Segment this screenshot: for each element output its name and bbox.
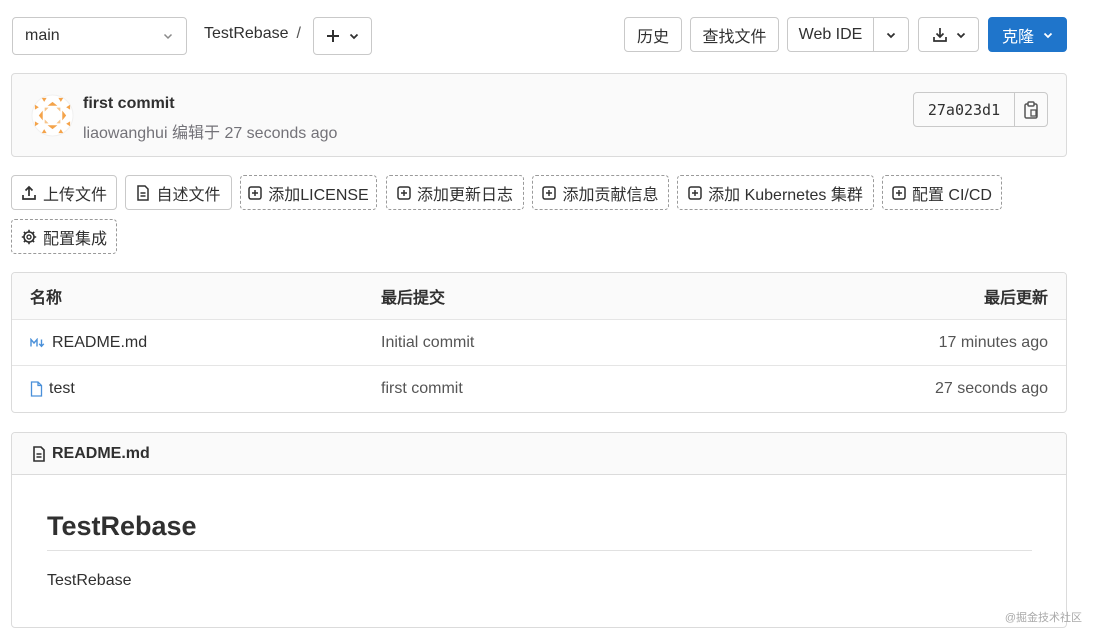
add-kubernetes-label: 添加 Kubernetes 集群 <box>708 186 863 204</box>
doc-icon <box>32 445 46 462</box>
chevron-down-icon <box>162 30 174 42</box>
readme-panel: README.md TestRebase TestRebase <box>11 432 1067 628</box>
breadcrumb-separator: / <box>296 25 301 42</box>
readme-heading: TestRebase <box>47 511 1032 551</box>
clone-label: 克隆 <box>1001 28 1034 46</box>
commit-time: 27 seconds ago <box>224 125 338 142</box>
column-header-last-commit: 最后提交 <box>381 290 446 307</box>
plus-square-icon <box>688 185 702 200</box>
file-icon <box>30 381 43 397</box>
readme-filename[interactable]: README.md <box>52 445 150 463</box>
configure-integrations-button[interactable]: 配置集成 <box>11 219 117 254</box>
chevron-down-icon <box>1043 30 1053 40</box>
chevron-down-icon <box>886 30 896 40</box>
doc-icon <box>136 184 150 201</box>
add-readme-label: 自述文件 <box>156 186 221 204</box>
web-ide-button[interactable]: Web IDE <box>787 17 874 52</box>
readme-body: TestRebase <box>47 572 132 589</box>
table-row[interactable]: README.md Initial commit 17 minutes ago <box>12 320 1066 366</box>
upload-file-label: 上传文件 <box>42 186 107 204</box>
plus-icon <box>326 29 340 43</box>
commit-title[interactable]: first commit <box>83 95 175 113</box>
table-row[interactable]: test first commit 27 seconds ago <box>12 366 1066 412</box>
add-contributing-button[interactable]: 添加贡献信息 <box>532 175 669 210</box>
file-last-update: 17 minutes ago <box>938 333 1048 351</box>
clipboard-icon <box>1024 100 1038 119</box>
add-changelog-label: 添加更新日志 <box>416 186 513 204</box>
upload-icon <box>21 185 37 201</box>
settings-icon <box>21 229 37 245</box>
add-readme-button[interactable]: 自述文件 <box>125 175 232 210</box>
file-last-commit[interactable]: first commit <box>381 366 463 412</box>
last-commit-panel: first commit liaowanghui 编辑于 27 seconds … <box>11 73 1067 157</box>
download-icon <box>932 27 948 43</box>
file-tree-table: 名称 最后提交 最后更新 README.md Initial commit 17… <box>11 272 1067 413</box>
commit-author[interactable]: liaowanghui <box>83 125 168 142</box>
add-changelog-button[interactable]: 添加更新日志 <box>386 175 524 210</box>
file-name-cell[interactable]: README.md <box>30 320 147 365</box>
file-name[interactable]: README.md <box>52 334 147 352</box>
setup-cicd-label: 配置 CI/CD <box>911 186 992 204</box>
column-header-last-update: 最后更新 <box>983 290 1048 307</box>
file-last-update: 27 seconds ago <box>935 380 1048 397</box>
file-last-commit[interactable]: Initial commit <box>381 320 474 365</box>
history-button[interactable]: 历史 <box>624 17 682 52</box>
clone-button[interactable]: 克隆 <box>988 17 1067 52</box>
breadcrumb-project[interactable]: TestRebase <box>204 25 289 42</box>
commit-sha-group: 27a023d1 <box>913 92 1048 127</box>
breadcrumb: TestRebase / <box>204 25 301 43</box>
branch-selector[interactable]: main <box>12 17 187 55</box>
file-name[interactable]: test <box>49 380 75 398</box>
add-kubernetes-button[interactable]: 添加 Kubernetes 集群 <box>677 175 874 210</box>
markdown-icon <box>30 337 46 348</box>
commit-meta: liaowanghui 编辑于 27 seconds ago <box>83 119 337 143</box>
plus-square-icon <box>397 185 411 200</box>
chevron-down-icon <box>956 30 966 40</box>
download-button[interactable] <box>918 17 979 52</box>
chevron-down-icon <box>349 31 359 41</box>
configure-integrations-label: 配置集成 <box>42 230 107 248</box>
add-contributing-label: 添加贡献信息 <box>562 186 659 204</box>
add-menu-button[interactable] <box>313 17 372 55</box>
commit-action: 编辑于 <box>171 125 220 142</box>
setup-cicd-button[interactable]: 配置 CI/CD <box>882 175 1002 210</box>
add-license-label: 添加LICENSE <box>268 186 369 204</box>
upload-file-button[interactable]: 上传文件 <box>11 175 117 210</box>
find-file-button[interactable]: 查找文件 <box>690 17 779 52</box>
table-header: 名称 最后提交 最后更新 <box>12 273 1066 320</box>
column-header-name: 名称 <box>30 290 63 307</box>
avatar[interactable] <box>31 94 74 137</box>
watermark: @掘金技术社区 <box>1004 612 1082 624</box>
web-ide-dropdown-button[interactable] <box>873 17 909 52</box>
add-license-button[interactable]: 添加LICENSE <box>240 175 377 210</box>
plus-square-icon <box>248 185 262 200</box>
plus-square-icon <box>892 185 906 200</box>
branch-name: main <box>25 27 60 44</box>
readme-header: README.md <box>12 433 1066 475</box>
file-name-cell[interactable]: test <box>30 366 75 412</box>
copy-sha-button[interactable] <box>1015 93 1047 126</box>
plus-square-icon <box>542 185 557 200</box>
commit-sha[interactable]: 27a023d1 <box>914 93 1015 126</box>
